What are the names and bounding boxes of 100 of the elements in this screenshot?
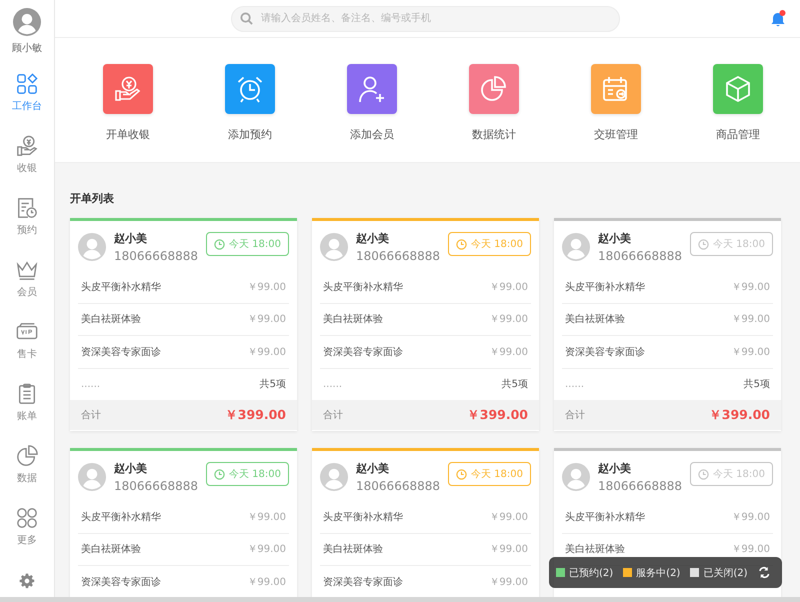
sidebar-item[interactable]: 收银 xyxy=(16,124,38,186)
service-name: 资深美容专家面诊 xyxy=(565,346,645,359)
quick-action-button[interactable]: 添加会员 xyxy=(311,64,433,142)
quick-action-button[interactable]: 开单收银 xyxy=(67,64,189,142)
clipboard-icon xyxy=(16,383,38,405)
service-price: ￥99.00 xyxy=(247,543,286,556)
search-field[interactable]: 请输入会员姓名、备注名、编号或手机 xyxy=(231,6,620,32)
pie-chart-icon xyxy=(16,445,38,467)
service-name: 美白祛斑体验 xyxy=(81,312,141,326)
legend-label: 已关闭(2) xyxy=(703,566,748,580)
quick-action-button[interactable]: 数据统计 xyxy=(433,64,555,142)
service-price: ￥99.00 xyxy=(731,280,770,294)
avatar-icon xyxy=(320,462,348,492)
box-icon xyxy=(724,75,752,103)
circles-icon xyxy=(16,507,38,529)
clock-icon xyxy=(214,468,225,480)
sidebar-item[interactable]: 更多 xyxy=(16,496,38,558)
service-price: ￥99.00 xyxy=(731,510,770,524)
total-label: 合计 xyxy=(81,408,101,422)
more-ellipsis: ...... xyxy=(81,378,100,390)
avatar-icon xyxy=(78,462,106,492)
pie-chart-icon xyxy=(480,75,508,103)
appointment-time: 今天 18:00 xyxy=(229,238,281,251)
order-card[interactable]: 赵小美 18066668888 今天 18:00 头皮平衡补水精华 ￥99.00 美白祛斑体验 ￥99.00 资深美容专家面诊 ￥99.00 ...... 共5项 合计 ￥399.00 xyxy=(312,218,539,431)
coin-hand-icon xyxy=(114,75,142,103)
phone-number: 18066668888 xyxy=(356,479,440,493)
customer-name: 赵小美 xyxy=(598,231,632,246)
sidebar-item[interactable]: 会员 xyxy=(16,248,38,310)
refresh-icon[interactable] xyxy=(758,566,770,579)
user-name: 顾小敏 xyxy=(12,42,42,55)
order-card[interactable]: 赵小美 18066668888 今天 18:00 头皮平衡补水精华 ￥99.00 美白祛斑体验 ￥99.00 资深美容专家面诊 ￥99.00 xyxy=(312,448,539,597)
customer-name: 赵小美 xyxy=(598,461,632,476)
section-title: 开单列表 xyxy=(70,191,115,206)
appointment-time: 今天 18:00 xyxy=(713,238,765,251)
quick-action-button[interactable]: 添加预约 xyxy=(189,64,311,142)
sidebar-item[interactable]: 预约 xyxy=(16,186,38,248)
service-name: 美白祛斑体验 xyxy=(323,542,383,556)
service-name: 美白祛斑体验 xyxy=(565,542,625,556)
service-price: ￥99.00 xyxy=(489,313,528,326)
quick-action-button[interactable]: 商品管理 xyxy=(677,64,799,142)
crown-icon xyxy=(16,259,38,281)
appointment-time: 今天 18:00 xyxy=(471,238,523,251)
clock-icon xyxy=(456,238,467,250)
order-card[interactable]: 赵小美 18066668888 今天 18:00 头皮平衡补水精华 ￥99.00 美白祛斑体验 ￥99.00 资深美容专家面诊 ￥99.00 ...... 共5项 合计 ￥399.00 xyxy=(554,218,781,431)
item-count: 共5项 xyxy=(744,378,770,392)
service-name: 头皮平衡补水精华 xyxy=(323,510,403,524)
order-card[interactable]: 赵小美 18066668888 今天 18:00 头皮平衡补水精华 ￥99.00 美白祛斑体验 ￥99.00 资深美容专家面诊 ￥99.00 xyxy=(70,448,297,597)
coin-hand-icon xyxy=(16,135,38,157)
phone-number: 18066668888 xyxy=(114,249,198,263)
appointment-time: 今天 18:00 xyxy=(471,468,523,481)
legend-label: 服务中(2) xyxy=(636,566,680,580)
service-price: ￥99.00 xyxy=(489,576,528,589)
clock-icon xyxy=(698,238,709,250)
more-ellipsis: ...... xyxy=(565,378,584,390)
service-name: 资深美容专家面诊 xyxy=(323,576,403,589)
order-card[interactable]: 赵小美 18066668888 今天 18:00 头皮平衡补水精华 ￥99.00 美白祛斑体验 ￥99.00 资深美容专家面诊 ￥99.00 ...... 共5项 合计 ￥399.00 xyxy=(70,218,297,431)
service-price: ￥99.00 xyxy=(247,346,286,359)
service-name: 资深美容专家面诊 xyxy=(81,346,161,359)
phone-number: 18066668888 xyxy=(598,479,682,493)
quick-action-button[interactable]: 交班管理 xyxy=(555,64,677,142)
appointment-time: 今天 18:00 xyxy=(713,468,765,481)
settings-icon[interactable] xyxy=(19,573,35,589)
service-name: 头皮平衡补水精华 xyxy=(81,510,161,524)
phone-number: 18066668888 xyxy=(356,249,440,263)
phone-number: 18066668888 xyxy=(114,479,198,493)
service-name: 头皮平衡补水精华 xyxy=(323,280,403,294)
total-amount: ￥399.00 xyxy=(708,406,770,424)
service-name: 资深美容专家面诊 xyxy=(323,346,403,359)
total-amount: ￥399.00 xyxy=(224,406,286,424)
service-price: ￥99.00 xyxy=(247,576,286,589)
service-price: ￥99.00 xyxy=(247,313,286,326)
customer-name: 赵小美 xyxy=(356,461,390,476)
service-name: 资深美容专家面诊 xyxy=(81,576,161,589)
avatar-icon xyxy=(562,232,590,262)
grid-icon xyxy=(16,73,38,95)
bell-icon[interactable] xyxy=(771,10,786,27)
service-name: 美白祛斑体验 xyxy=(323,312,383,326)
customer-name: 赵小美 xyxy=(356,231,390,246)
service-name: 头皮平衡补水精华 xyxy=(565,280,645,294)
total-label: 合计 xyxy=(565,408,585,422)
search-icon xyxy=(240,12,253,24)
appointment-time: 今天 18:00 xyxy=(229,468,281,481)
calendar-icon xyxy=(602,75,630,103)
sidebar-item[interactable]: 数据 xyxy=(16,434,38,496)
add-person-icon xyxy=(358,75,386,103)
alarm-clock-icon xyxy=(236,75,264,103)
avatar-icon xyxy=(562,462,590,492)
avatar-icon xyxy=(320,232,348,262)
service-name: 头皮平衡补水精华 xyxy=(81,280,161,294)
service-price: ￥99.00 xyxy=(489,280,528,294)
service-name: 美白祛斑体验 xyxy=(81,542,141,556)
clock-icon xyxy=(214,238,225,250)
customer-name: 赵小美 xyxy=(114,231,148,246)
service-name: 美白祛斑体验 xyxy=(565,312,625,326)
legend-label: 已预约(2) xyxy=(569,566,614,580)
service-price: ￥99.00 xyxy=(247,510,286,524)
service-price: ￥99.00 xyxy=(489,346,528,359)
customer-name: 赵小美 xyxy=(114,461,148,476)
service-price: ￥99.00 xyxy=(247,280,286,294)
service-price: ￥99.00 xyxy=(731,543,770,556)
